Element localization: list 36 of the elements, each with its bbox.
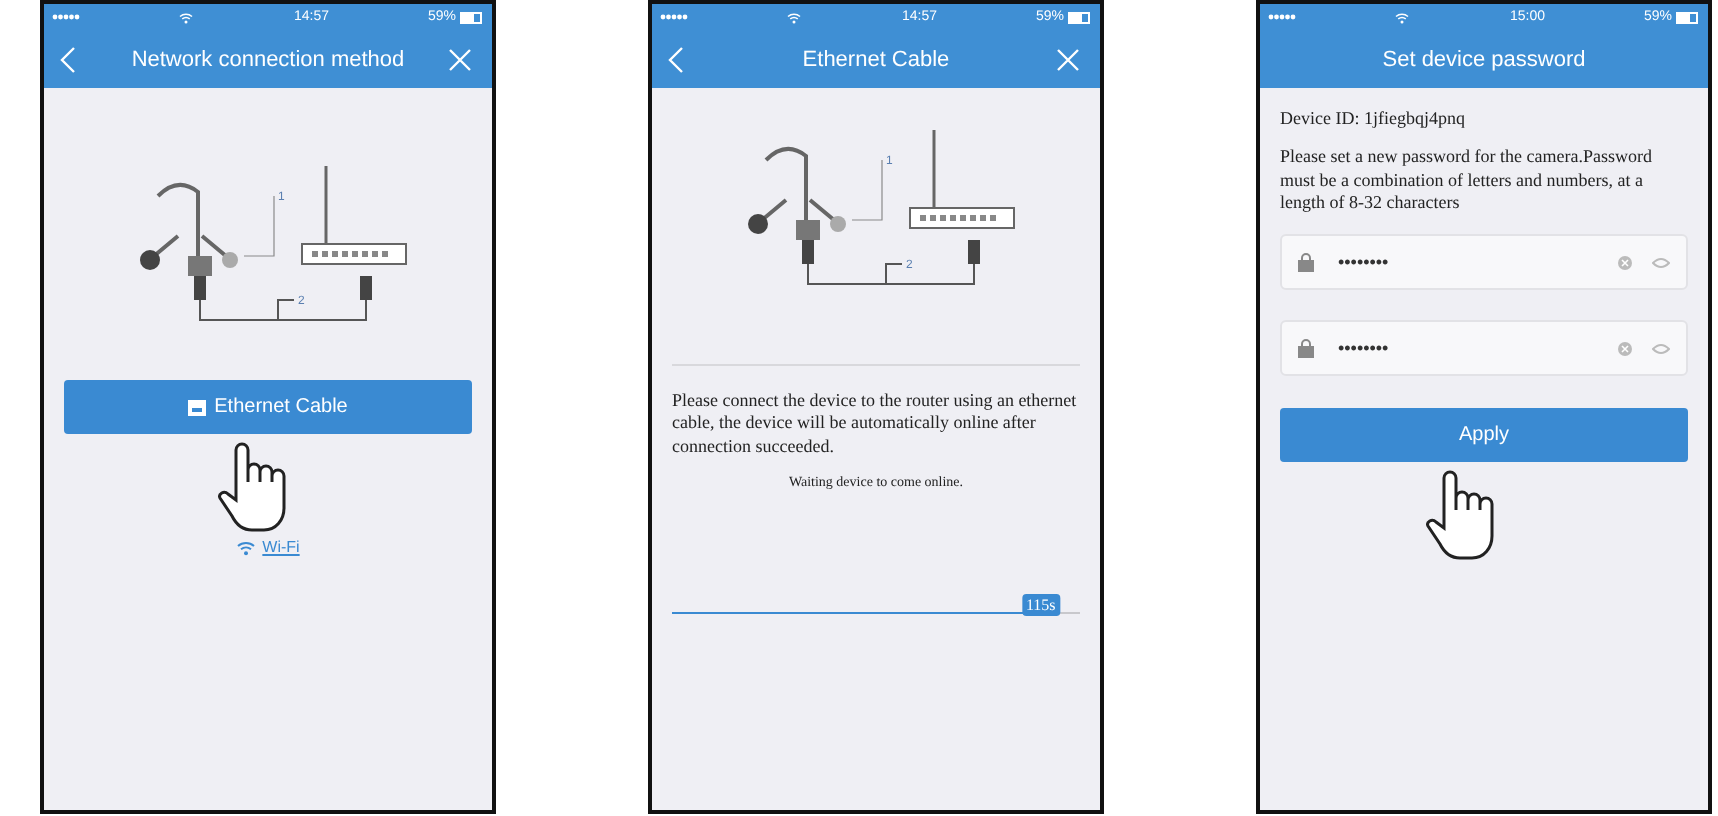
- lock-icon: [1298, 338, 1314, 358]
- back-icon[interactable]: [60, 45, 76, 73]
- clear-icon[interactable]: [1618, 341, 1632, 355]
- battery-icon: [1068, 11, 1092, 23]
- close-icon[interactable]: [448, 47, 472, 71]
- apply-button[interactable]: Apply: [1280, 408, 1688, 462]
- password-input[interactable]: ••••••••: [1334, 250, 1598, 274]
- instruction-text: Please connect the device to the router using an ethernet cable, the device will be automatically online after connection succeeded.: [672, 390, 1079, 458]
- signal-icon: [1268, 14, 1296, 20]
- eye-icon[interactable]: [1652, 257, 1670, 267]
- battery-icon: [1676, 11, 1700, 23]
- screen-title: Network connection method: [129, 47, 407, 71]
- device-id-text: Device ID: 1jfiegbqj4pnq: [1280, 108, 1467, 131]
- eye-icon[interactable]: [1652, 343, 1670, 353]
- signal-icon: [660, 14, 688, 20]
- close-icon[interactable]: [1056, 47, 1080, 71]
- ethernet-cable-button[interactable]: Ethernet Cable: [64, 380, 472, 434]
- leader-line: [243, 195, 275, 257]
- wifi-icon: [236, 539, 257, 555]
- clear-icon[interactable]: [1618, 255, 1632, 269]
- screen-title: Set device password: [1380, 47, 1588, 71]
- leader-line: [851, 159, 883, 221]
- password-field[interactable]: ••••••••: [1280, 320, 1688, 376]
- lock-icon: [1298, 252, 1314, 272]
- wifi-icon: [178, 11, 195, 23]
- signal-icon: [52, 14, 80, 20]
- password-input[interactable]: ••••••••: [1334, 336, 1598, 360]
- instruction-text: Please set a new password for the camera.Password must be a combination of letters and numbers, at a length of 8-32 characters: [1280, 146, 1654, 214]
- password-field[interactable]: ••••••••: [1280, 234, 1688, 290]
- wifi-icon: [786, 11, 803, 23]
- battery-icon: [460, 11, 484, 23]
- screen-title: Ethernet Cable: [800, 47, 952, 71]
- back-icon[interactable]: [668, 45, 684, 73]
- countdown-badge: 115s: [1021, 593, 1060, 615]
- wifi-icon: [1394, 11, 1411, 23]
- ethernet-port-icon: [188, 399, 207, 415]
